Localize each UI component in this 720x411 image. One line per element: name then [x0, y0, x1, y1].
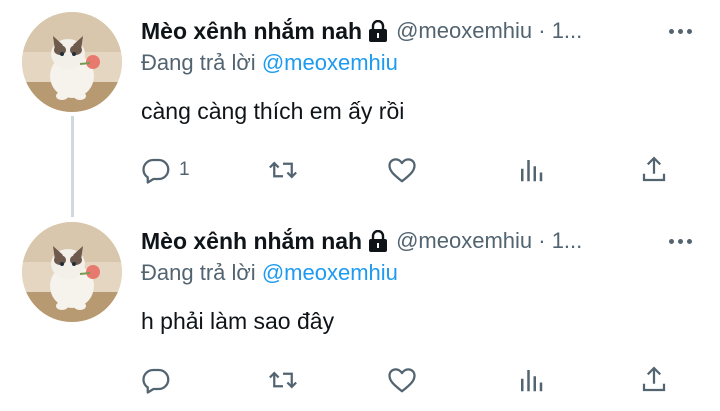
views-icon: [521, 160, 543, 182]
reply-button[interactable]: 1: [141, 150, 190, 190]
reply-icon: [142, 158, 170, 184]
thread-line: [71, 116, 74, 217]
lock-icon: [368, 229, 388, 252]
retweet-icon: [269, 161, 297, 179]
tweet[interactable]: Mèo xênh nhắm nah @meoxemhiu · 1... Đang…: [0, 0, 720, 217]
share-button[interactable]: [639, 360, 669, 400]
tweet[interactable]: Mèo xênh nhắm nah @meoxemhiu · 1... Đang…: [0, 210, 720, 411]
tweet-text: càng càng thích em ấy rồi: [141, 98, 405, 124]
reply-prefix: Đang trả lời: [141, 50, 256, 75]
reply-button[interactable]: [141, 360, 179, 400]
reply-context: Đang trả lời @meoxemhiu: [141, 50, 398, 76]
avatar[interactable]: [22, 222, 122, 322]
tweet-actions: 1: [141, 150, 681, 190]
retweet-icon: [269, 371, 297, 389]
retweet-button[interactable]: [268, 150, 298, 190]
author-handle[interactable]: @meoxemhiu · 1...: [396, 228, 582, 254]
reply-icon: [142, 368, 170, 394]
views-button[interactable]: [516, 360, 546, 400]
share-icon: [642, 156, 666, 182]
reply-prefix: Đang trả lời: [141, 260, 256, 285]
reply-mention-link[interactable]: @meoxemhiu: [262, 50, 398, 75]
author-handle[interactable]: @meoxemhiu · 1...: [396, 18, 582, 44]
reply-context: Đang trả lời @meoxemhiu: [141, 260, 398, 286]
tweet-actions: [141, 360, 681, 400]
share-icon: [642, 366, 666, 392]
more-icon[interactable]: [669, 14, 692, 48]
share-button[interactable]: [639, 150, 669, 190]
reply-mention-link[interactable]: @meoxemhiu: [262, 260, 398, 285]
views-icon: [521, 370, 543, 392]
author-name[interactable]: Mèo xênh nhắm nah: [141, 18, 362, 45]
tweet-text: h phải làm sao đây: [141, 308, 335, 334]
author-name[interactable]: Mèo xênh nhắm nah: [141, 228, 362, 255]
like-icon: [388, 368, 416, 393]
lock-icon: [368, 19, 388, 42]
reply-count: 1: [179, 159, 190, 180]
avatar[interactable]: [22, 12, 122, 112]
views-button[interactable]: [516, 150, 546, 190]
more-icon[interactable]: [669, 224, 692, 258]
like-button[interactable]: [387, 150, 417, 190]
retweet-button[interactable]: [268, 360, 298, 400]
like-icon: [388, 158, 416, 183]
like-button[interactable]: [387, 360, 417, 400]
